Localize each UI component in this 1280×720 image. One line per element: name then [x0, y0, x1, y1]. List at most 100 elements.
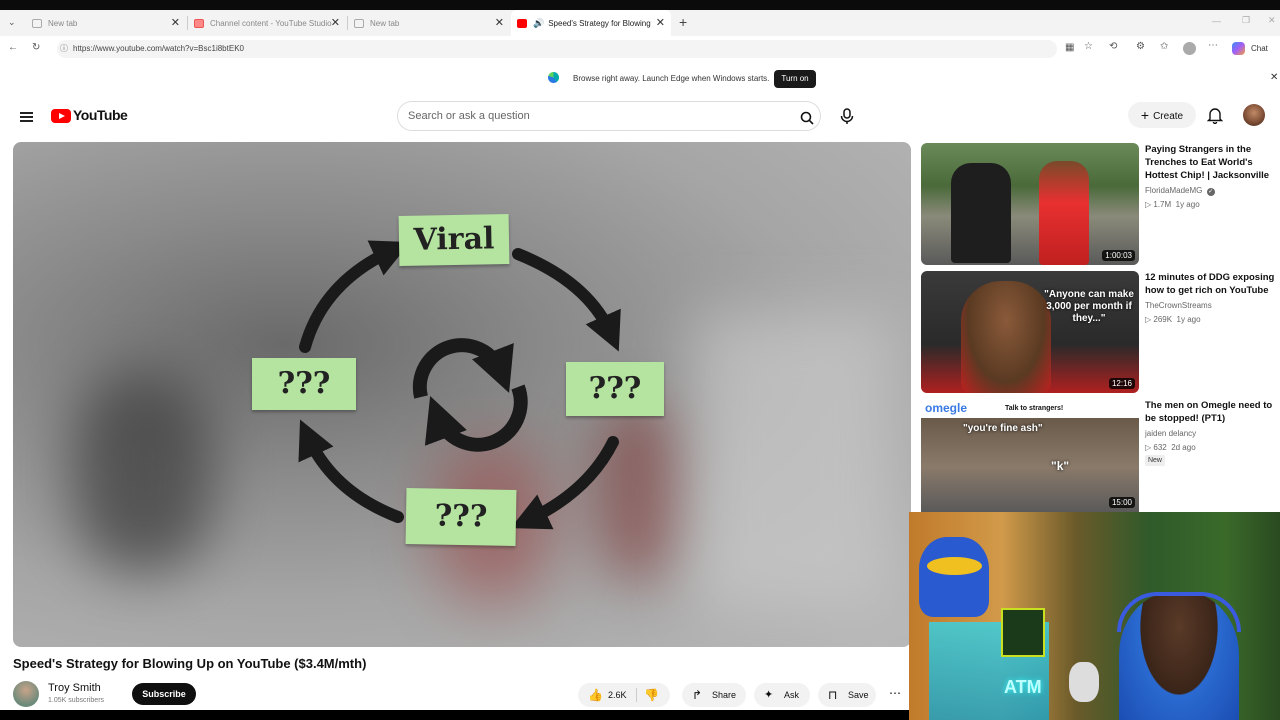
plush-toy-figure — [919, 537, 989, 617]
tab-youtube-studio[interactable]: Channel content - YouTube Studio ✕ — [188, 10, 346, 36]
subscriber-count: 1.05K subscribers — [48, 697, 105, 704]
channel-label: FloridaMadeMG — [1145, 186, 1203, 195]
ask-label: Ask — [784, 690, 800, 700]
address-bar-row: ← ↻ ⓘ https://www.youtube.com/watch?v=Bs… — [0, 36, 1280, 63]
new-badge: New — [1145, 455, 1165, 466]
recommended-meta: ▷ 269K 1y ago — [1145, 315, 1201, 324]
verified-check-icon: ✓ — [1206, 188, 1215, 196]
url-field[interactable]: ⓘ https://www.youtube.com/watch?v=Bsc1i8… — [57, 40, 1057, 58]
copilot-icon[interactable] — [1232, 42, 1245, 55]
recommended-title[interactable]: 12 minutes of DDG exposing how to get ri… — [1145, 271, 1275, 297]
subscribe-button[interactable]: Subscribe — [132, 683, 196, 705]
view-count: 269K — [1153, 315, 1173, 324]
window-close-icon[interactable]: ✕ — [1268, 15, 1276, 26]
share-button[interactable]: ↱ Share — [682, 683, 746, 707]
search-input[interactable]: Search or ask a question — [397, 101, 821, 131]
new-tab-plus-icon[interactable]: + — [679, 14, 687, 30]
channel-name[interactable]: Troy Smith — [48, 682, 101, 694]
upload-age: 1y ago — [1176, 315, 1201, 324]
neon-sign: ATM — [1004, 677, 1042, 697]
speaker-icon[interactable]: 🔊 — [533, 18, 544, 29]
account-avatar[interactable] — [1243, 104, 1265, 126]
app-grid-icon[interactable]: ▦ — [1065, 42, 1074, 53]
recommended-thumbnail[interactable]: "Anyone can make 3,000 per month if they… — [921, 271, 1139, 393]
youtube-wordmark[interactable]: YouTube — [73, 107, 128, 123]
favorite-star-icon[interactable]: ☆ — [1084, 41, 1093, 52]
notice-close-icon[interactable]: ✕ — [1270, 72, 1278, 83]
minimize-icon[interactable]: — — [1212, 16, 1221, 26]
video-player[interactable]: Viral ??? ??? ??? — [13, 142, 911, 647]
search-icon[interactable] — [800, 108, 814, 125]
voice-search-mic-icon[interactable] — [837, 106, 857, 126]
more-menu-icon[interactable]: ⋯ — [1208, 40, 1218, 51]
more-actions-icon[interactable]: ⋯ — [889, 686, 901, 700]
turn-on-button[interactable]: Turn on — [774, 70, 816, 88]
tab-actions-chevron-icon[interactable]: ⌄ — [8, 17, 16, 28]
recommended-title[interactable]: The men on Omegle need to be stopped! (P… — [1145, 399, 1275, 425]
tab-label: New tab — [370, 18, 400, 28]
recommended-meta: ▷ 632 2d ago — [1145, 443, 1196, 452]
edge-logo-icon — [548, 72, 559, 83]
create-label: Create — [1153, 111, 1184, 122]
profile-icon[interactable] — [1183, 42, 1196, 55]
recommended-title[interactable]: Paying Strangers in the Trenches to Eat … — [1145, 143, 1275, 182]
video-duration: 15:00 — [1108, 497, 1135, 508]
tab-new-tab-1[interactable]: New tab ✕ — [26, 10, 186, 36]
favorites-icon[interactable]: ✩ — [1160, 41, 1168, 52]
close-icon[interactable]: ✕ — [656, 16, 665, 29]
menu-hamburger-icon[interactable] — [20, 110, 33, 124]
upload-age: 2d ago — [1171, 443, 1196, 452]
extensions-icon[interactable]: ⟲ — [1109, 41, 1117, 52]
person-figure — [951, 163, 1011, 263]
back-arrow-icon[interactable]: ← — [8, 42, 18, 53]
note-bottom: ??? — [405, 488, 517, 546]
save-label: Save — [848, 690, 869, 700]
plus-icon: + — [1140, 107, 1150, 123]
video-duration: 1:00:03 — [1102, 250, 1135, 261]
like-dislike-group: 👍 2.6K 👎 — [578, 683, 670, 707]
person-figure — [961, 281, 1051, 393]
chat-label[interactable]: Chat — [1251, 44, 1268, 53]
recommended-channel[interactable]: jaiden delancy — [1145, 429, 1196, 438]
recommended-meta: ▷ 1.7M 1y ago — [1145, 200, 1200, 209]
ask-button[interactable]: ✦ Ask — [754, 683, 810, 707]
poster — [1001, 608, 1045, 657]
refresh-icon[interactable]: ↻ — [32, 42, 40, 53]
recommended-thumbnail[interactable]: omegle Talk to strangers! "you're fine a… — [921, 399, 1139, 512]
tab-label: Speed's Strategy for Blowing U — [548, 18, 653, 28]
edge-startup-notice: Browse right away. Launch Edge when Wind… — [0, 62, 1280, 95]
close-icon[interactable]: ✕ — [331, 16, 340, 29]
maximize-icon[interactable]: ❐ — [1242, 15, 1250, 26]
page-icon — [354, 18, 364, 28]
site-info-icon[interactable]: ⓘ — [60, 40, 68, 58]
browser-essentials-icon[interactable]: ⚙ — [1136, 41, 1145, 52]
youtube-icon — [517, 18, 527, 28]
video-duration: 12:16 — [1108, 378, 1135, 389]
bottom-strip — [0, 710, 909, 720]
note-left: ??? — [252, 358, 356, 410]
recommended-thumbnail[interactable]: 1:00:03 — [921, 143, 1139, 265]
webcam-overlay: ATM — [909, 512, 1280, 720]
save-button[interactable]: ⊓ Save — [818, 683, 876, 707]
plush-beak — [927, 557, 982, 575]
browser-tab-bar: ⌄ New tab ✕ Channel content - YouTube St… — [0, 10, 1280, 36]
note-right: ??? — [566, 362, 664, 416]
tab-current-video[interactable]: 🔊 Speed's Strategy for Blowing U ✕ — [511, 10, 671, 36]
tab-new-tab-2[interactable]: New tab ✕ — [348, 10, 510, 36]
notifications-bell-icon[interactable] — [1206, 106, 1224, 129]
sparkle-icon: ✦ — [764, 689, 774, 701]
channel-avatar[interactable] — [13, 681, 39, 707]
like-count[interactable]: 2.6K — [608, 683, 627, 707]
create-button[interactable]: + Create — [1128, 102, 1196, 128]
tab-label: New tab — [48, 18, 78, 28]
recommended-channel[interactable]: FloridaMadeMG ✓ — [1145, 186, 1215, 196]
like-thumb-icon[interactable]: 👍 — [588, 683, 603, 707]
dislike-thumb-icon[interactable]: 👎 — [644, 683, 659, 707]
view-count: 1.7M — [1153, 200, 1172, 209]
close-icon[interactable]: ✕ — [171, 16, 180, 29]
person-figure — [1039, 161, 1089, 265]
divider — [636, 688, 637, 702]
recommended-channel[interactable]: TheCrownStreams — [1145, 301, 1212, 310]
youtube-logo-icon[interactable] — [51, 109, 71, 123]
close-icon[interactable]: ✕ — [495, 16, 504, 29]
